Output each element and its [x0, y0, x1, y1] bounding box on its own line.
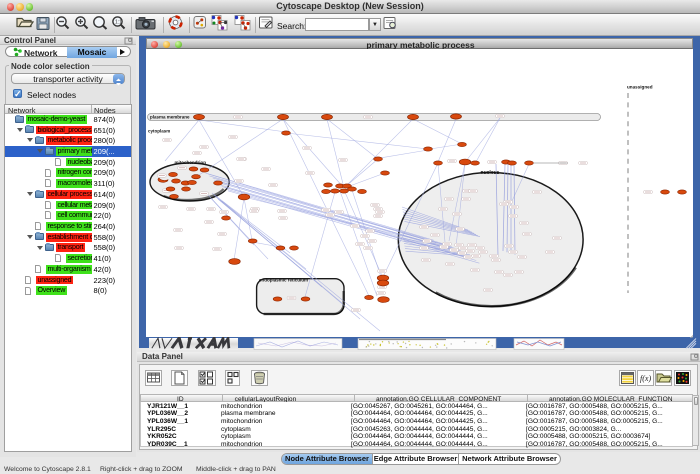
svg-text:endoplasmic reticulum: endoplasmic reticulum	[259, 278, 308, 283]
svg-text:f(x): f(x)	[640, 374, 651, 383]
svg-text:unassigned: unassigned	[627, 85, 653, 90]
svg-text:cytoplasm: cytoplasm	[148, 129, 170, 134]
svg-text:plasma membrane: plasma membrane	[150, 114, 190, 119]
svg-text:nucleus: nucleus	[481, 170, 500, 176]
svg-text:1:1: 1:1	[115, 20, 122, 26]
svg-text:mitochondrion: mitochondrion	[175, 160, 207, 165]
